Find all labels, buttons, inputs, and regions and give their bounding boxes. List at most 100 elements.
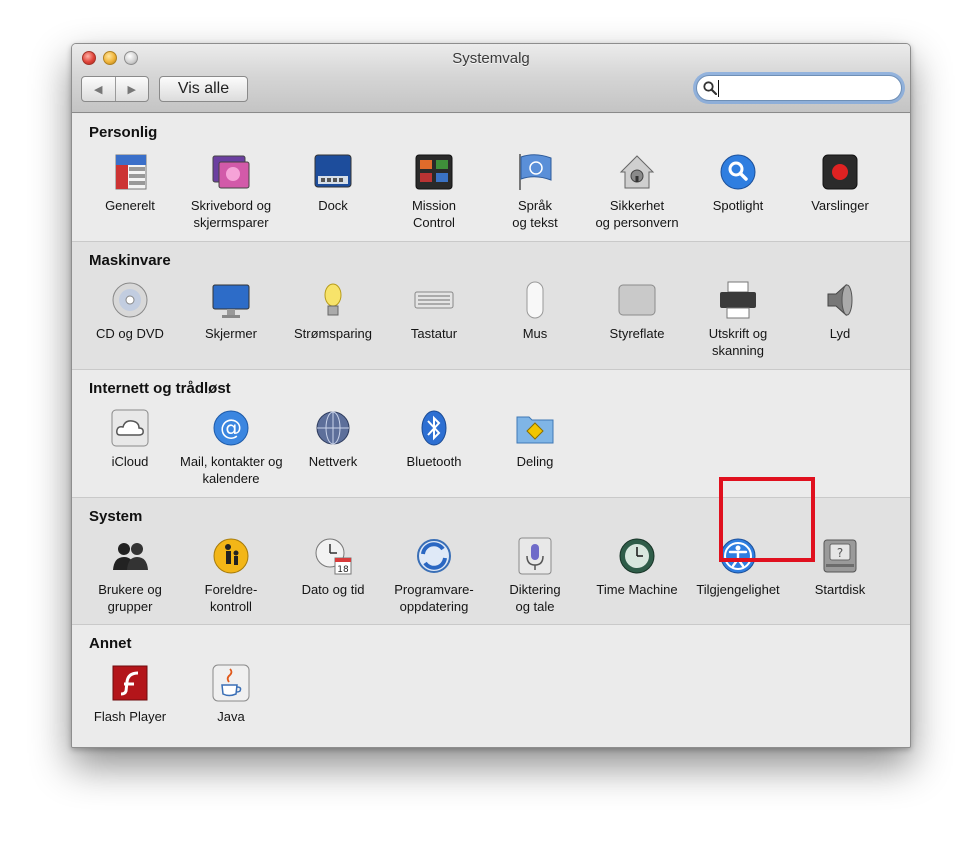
pref-label: Deling [516, 454, 554, 469]
trackpad-icon [618, 284, 656, 316]
cd-dvd-icon [112, 282, 148, 318]
displays-icon [212, 284, 250, 318]
svg-text:?: ? [837, 546, 843, 560]
sound-icon [827, 283, 853, 317]
pref-dock[interactable]: Dock [282, 152, 384, 214]
pref-time-machine[interactable]: Time Machine [586, 536, 688, 598]
flash-player-icon [112, 665, 148, 701]
pref-bluetooth[interactable]: Bluetooth [383, 408, 485, 470]
section-title-other: Annet [89, 635, 132, 652]
pref-label: CD og DVD [96, 326, 164, 341]
pref-label: Tilgjengelighet [696, 582, 780, 597]
parental-controls-icon [213, 538, 249, 574]
general-icon [115, 154, 147, 190]
back-arrow-icon: ◀ [94, 83, 103, 96]
pref-general[interactable]: Generelt [79, 152, 181, 214]
pref-startup-disk[interactable]: ? Startdisk [789, 536, 891, 598]
pref-network[interactable]: Nettverk [282, 408, 384, 470]
section-title-hardware: Maskinvare [89, 252, 171, 269]
section-title-internet-wireless: Internett og trådløst [89, 380, 231, 397]
software-update-icon [417, 539, 451, 573]
section-title-system: System [89, 508, 143, 525]
energy-saver-icon [324, 283, 342, 316]
sharing-icon [516, 416, 554, 444]
pref-desktop-screensaver[interactable]: Skrivebord og skjermsparer [180, 152, 282, 231]
text-cursor [718, 80, 719, 97]
pref-keyboard[interactable]: Tastatur [383, 280, 485, 342]
show-all-button[interactable]: Vis alle [159, 76, 248, 102]
pref-mission-control[interactable]: Mission Control [383, 152, 485, 231]
svg-text:@: @ [220, 416, 242, 441]
pref-label: Startdisk [814, 582, 866, 597]
back-forward-control: ◀ ▶ [81, 76, 149, 102]
pref-date-time[interactable]: 18 Dato og tid [282, 536, 384, 598]
pref-label: Dock [318, 198, 348, 213]
pref-label: Nettverk [308, 454, 358, 469]
pref-users-groups[interactable]: Brukere og grupper [79, 536, 181, 615]
pref-label: iCloud [111, 454, 149, 469]
network-icon [316, 411, 350, 445]
pref-label: Time Machine [596, 582, 678, 597]
print-scan-icon [720, 281, 756, 319]
pref-label: Programvare-oppdatering [394, 582, 474, 614]
dictation-speech-icon [518, 537, 552, 575]
mail-contacts-calendars-icon: @ [213, 410, 249, 446]
pref-label: Diktering og tale [509, 582, 561, 614]
forward-button[interactable]: ▶ [116, 77, 149, 101]
pref-sound[interactable]: Lyd [789, 280, 891, 342]
system-preferences-window: Systemvalg ◀ ▶ Vis alle Personlig Genere… [71, 43, 911, 748]
pref-mail-contacts-calendars[interactable]: @ Mail, kontakter og kalendere [180, 408, 283, 487]
pref-label: Brukere og grupper [98, 582, 162, 614]
section-other: Annet Flash Player Java [72, 625, 910, 747]
pref-label: Generelt [105, 198, 155, 213]
pref-label: Java [217, 709, 245, 724]
pref-label: Språk og tekst [512, 198, 558, 230]
language-text-icon [519, 154, 552, 190]
pref-notifications[interactable]: Varslinger [789, 152, 891, 214]
pref-accessibility[interactable]: Tilgjengelighet [687, 536, 789, 598]
pref-security-privacy[interactable]: Sikkerhet og personvern [586, 152, 688, 231]
dock-icon [314, 154, 352, 188]
pref-dictation-speech[interactable]: Diktering og tale [484, 536, 586, 615]
pref-trackpad[interactable]: Styreflate [586, 280, 688, 342]
pref-language-text[interactable]: Språk og tekst [484, 152, 586, 231]
pref-icloud[interactable]: iCloud [79, 408, 181, 470]
pref-label: Varslinger [811, 198, 869, 213]
pref-label: Utskrift og skanning [708, 326, 768, 358]
pref-parental-controls[interactable]: Foreldre-kontroll [180, 536, 282, 615]
pref-cd-dvd[interactable]: CD og DVD [79, 280, 181, 342]
pref-displays[interactable]: Skjermer [180, 280, 282, 342]
calendar-day-text: 18 [337, 565, 349, 575]
spotlight-icon [720, 154, 756, 190]
pref-label: Skjermer [204, 326, 257, 341]
accessibility-icon [720, 538, 756, 574]
search-input[interactable] [696, 75, 902, 101]
section-internet-wireless: Internett og trådløst iCloud @ Mail, kon… [72, 370, 910, 498]
back-button[interactable]: ◀ [82, 77, 116, 101]
time-machine-icon [619, 538, 655, 574]
pref-label: Tastatur [410, 326, 458, 341]
pref-print-scan[interactable]: Utskrift og skanning [687, 280, 789, 359]
pref-label: Spotlight [712, 198, 764, 213]
pref-sharing[interactable]: Deling [484, 408, 586, 470]
window-title: Systemvalg [452, 50, 530, 67]
bluetooth-icon [421, 410, 447, 446]
notifications-icon [822, 154, 858, 190]
pref-mouse[interactable]: Mus [484, 280, 586, 342]
forward-arrow-icon: ▶ [127, 83, 136, 96]
pref-software-update[interactable]: Programvare-oppdatering [383, 536, 485, 615]
keyboard-icon [414, 291, 454, 309]
users-groups-icon [113, 543, 148, 570]
section-hardware: Maskinvare CD og DVD Skjermer Strømspari [72, 242, 910, 370]
pref-energy-saver[interactable]: Strømsparing [282, 280, 384, 342]
startup-disk-icon: ? [823, 539, 857, 573]
pref-label: Foreldre-kontroll [204, 582, 258, 614]
pref-flash-player[interactable]: Flash Player [79, 663, 181, 725]
section-personal: Personlig Generelt Skrivebord og skjermsp… [72, 114, 910, 242]
pref-java[interactable]: Java [180, 663, 282, 725]
pref-label: Lyd [829, 326, 851, 341]
pref-label: Sikkerhet og personvern [595, 198, 679, 230]
pref-label: Flash Player [93, 709, 167, 724]
pref-label: Skrivebord og skjermsparer [190, 198, 272, 230]
pref-spotlight[interactable]: Spotlight [687, 152, 789, 214]
